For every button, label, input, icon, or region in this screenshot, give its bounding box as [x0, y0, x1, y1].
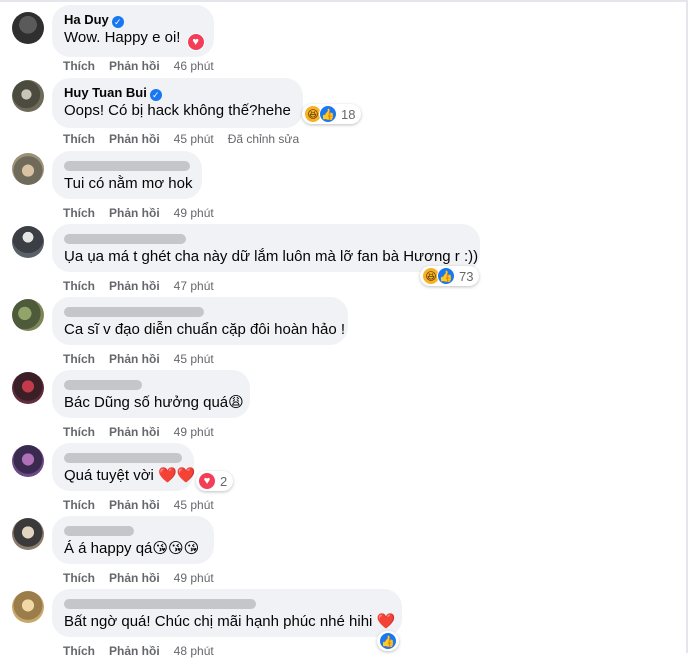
avatar[interactable] — [12, 153, 44, 185]
comment-actions: Thích Phản hồi 47 phút — [63, 279, 228, 293]
comment-actions: Thích Phản hồi 49 phút — [63, 425, 228, 439]
reaction-count: 73 — [459, 268, 474, 284]
comment-actions: Thích Phản hồi 48 phút — [63, 644, 228, 658]
comment-time[interactable]: 47 phút — [174, 279, 214, 293]
reply-button[interactable]: Phản hồi — [109, 132, 160, 146]
like-button[interactable]: Thích — [63, 352, 95, 366]
hidden-commenter-name[interactable] — [64, 161, 190, 171]
comment-time[interactable]: 49 phút — [174, 425, 214, 439]
like-button[interactable]: Thích — [63, 132, 95, 146]
comment-text: Bác Dũng số hưởng quá😩 — [64, 394, 244, 411]
avatar[interactable] — [12, 226, 44, 258]
comment-bubble: Huy Tuan Bui ✓ Oops! Có bị hack không thế… — [52, 78, 303, 128]
avatar[interactable] — [12, 299, 44, 331]
comment-time[interactable]: 45 phút — [174, 352, 214, 366]
like-button[interactable]: Thích — [63, 279, 95, 293]
commenter-name[interactable]: Huy Tuan Bui ✓ — [64, 85, 291, 101]
like-button[interactable]: Thích — [63, 206, 95, 220]
reply-button[interactable]: Phản hồi — [109, 59, 160, 73]
comment-actions: Thích Phản hồi 45 phút — [63, 352, 228, 366]
like-button[interactable]: Thích — [63, 59, 95, 73]
comment-bubble: Ụa ụa má t ghét cha này dữ lắm luôn mà l… — [52, 224, 480, 272]
hidden-commenter-name[interactable] — [64, 599, 256, 609]
comment-actions: Thích Phản hồi 49 phút — [63, 206, 228, 220]
comment-actions: Thích Phản hồi 49 phút — [63, 571, 228, 585]
hidden-commenter-name[interactable] — [64, 234, 186, 244]
comment-time[interactable]: 48 phút — [174, 644, 214, 658]
commenter-name[interactable]: Ha Duy ✓ — [64, 12, 202, 28]
comment-bubble: Tui có nằm mơ hok — [52, 151, 202, 199]
comment-actions: Thích Phản hồi 45 phút Đã chỉnh sửa — [63, 132, 313, 146]
avatar[interactable] — [12, 80, 44, 112]
like-button[interactable]: Thích — [63, 498, 95, 512]
comment-text: Oops! Có bị hack không thế?hehe — [64, 102, 291, 119]
comment-text: Tui có nằm mơ hok — [64, 175, 193, 192]
reaction-summary[interactable]: 😆 👍 73 — [420, 266, 480, 286]
reply-button[interactable]: Phản hồi — [109, 279, 160, 293]
reply-button[interactable]: Phản hồi — [109, 425, 160, 439]
comment-time[interactable]: 45 phút — [174, 132, 214, 146]
reply-button[interactable]: Phản hồi — [109, 206, 160, 220]
hidden-commenter-name[interactable] — [64, 380, 142, 390]
comment-time[interactable]: 49 phút — [174, 206, 214, 220]
comment-bubble: Á á happy qá😘😘😘 — [52, 516, 214, 564]
comment-bubble: Ha Duy ✓ Wow. Happy e oi! ♥ — [52, 5, 214, 57]
comment-time[interactable]: 45 phút — [174, 498, 214, 512]
comment-text: Wow. Happy e oi! ♥ — [64, 28, 205, 51]
avatar[interactable] — [12, 12, 44, 44]
hidden-commenter-name[interactable] — [64, 526, 134, 536]
avatar[interactable] — [12, 372, 44, 404]
love-reaction-icon: ♥ — [198, 472, 216, 490]
like-button[interactable]: Thích — [63, 571, 95, 585]
hidden-commenter-name[interactable] — [64, 307, 204, 317]
like-button[interactable]: Thích — [63, 425, 95, 439]
comment-bubble: Bất ngờ quá! Chúc chị mãi hạnh phúc nhé … — [52, 589, 402, 637]
comment-actions: Thích Phản hồi 45 phút — [63, 498, 228, 512]
reply-button[interactable]: Phản hồi — [109, 571, 160, 585]
avatar[interactable] — [12, 518, 44, 550]
comment-bubble: Ca sĩ v đạo diễn chuẩn cặp đôi hoàn hảo … — [52, 297, 348, 345]
comment-bubble: Bác Dũng số hưởng quá😩 — [52, 370, 250, 418]
comment-bubble: Quá tuyệt vời ❤️❤️ — [52, 443, 196, 491]
comment-text: Á á happy qá😘😘😘 — [64, 540, 200, 557]
comment-time[interactable]: 49 phút — [174, 571, 214, 585]
like-button[interactable]: Thích — [63, 644, 95, 658]
comment-text: Quá tuyệt vời ❤️❤️ — [64, 467, 196, 484]
hidden-commenter-name[interactable] — [64, 453, 182, 463]
verified-badge-icon: ✓ — [149, 89, 162, 101]
reaction-summary[interactable]: 😆 👍 18 — [302, 104, 362, 124]
reaction-count: 18 — [341, 106, 356, 122]
edited-label: Đã chỉnh sửa — [227, 132, 300, 146]
reply-button[interactable]: Phản hồi — [109, 498, 160, 512]
reaction-summary[interactable]: 👍 — [377, 631, 399, 651]
top-border — [0, 0, 688, 2]
comment-actions: Thích Phản hồi 46 phút — [63, 59, 228, 73]
comment-text: Bất ngờ quá! Chúc chị mãi hạnh phúc nhé … — [64, 613, 396, 630]
reaction-count: 2 — [220, 473, 228, 489]
reaction-summary[interactable]: ♥ 2 — [196, 471, 234, 491]
comment-text: Ca sĩ v đạo diễn chuẩn cặp đôi hoàn hảo … — [64, 321, 346, 338]
love-reaction-icon[interactable]: ♥ — [186, 33, 205, 51]
verified-badge-icon: ✓ — [111, 16, 124, 28]
reply-button[interactable]: Phản hồi — [109, 352, 160, 366]
like-reaction-icon: 👍 — [437, 267, 455, 285]
like-reaction-icon: 👍 — [319, 105, 337, 123]
like-reaction-icon: 👍 — [379, 632, 397, 650]
comment-time[interactable]: 46 phút — [174, 59, 214, 73]
reply-button[interactable]: Phản hồi — [109, 644, 160, 658]
comment-text: Ụa ụa má t ghét cha này dữ lắm luôn mà l… — [64, 248, 479, 265]
avatar[interactable] — [12, 445, 44, 477]
avatar[interactable] — [12, 591, 44, 623]
